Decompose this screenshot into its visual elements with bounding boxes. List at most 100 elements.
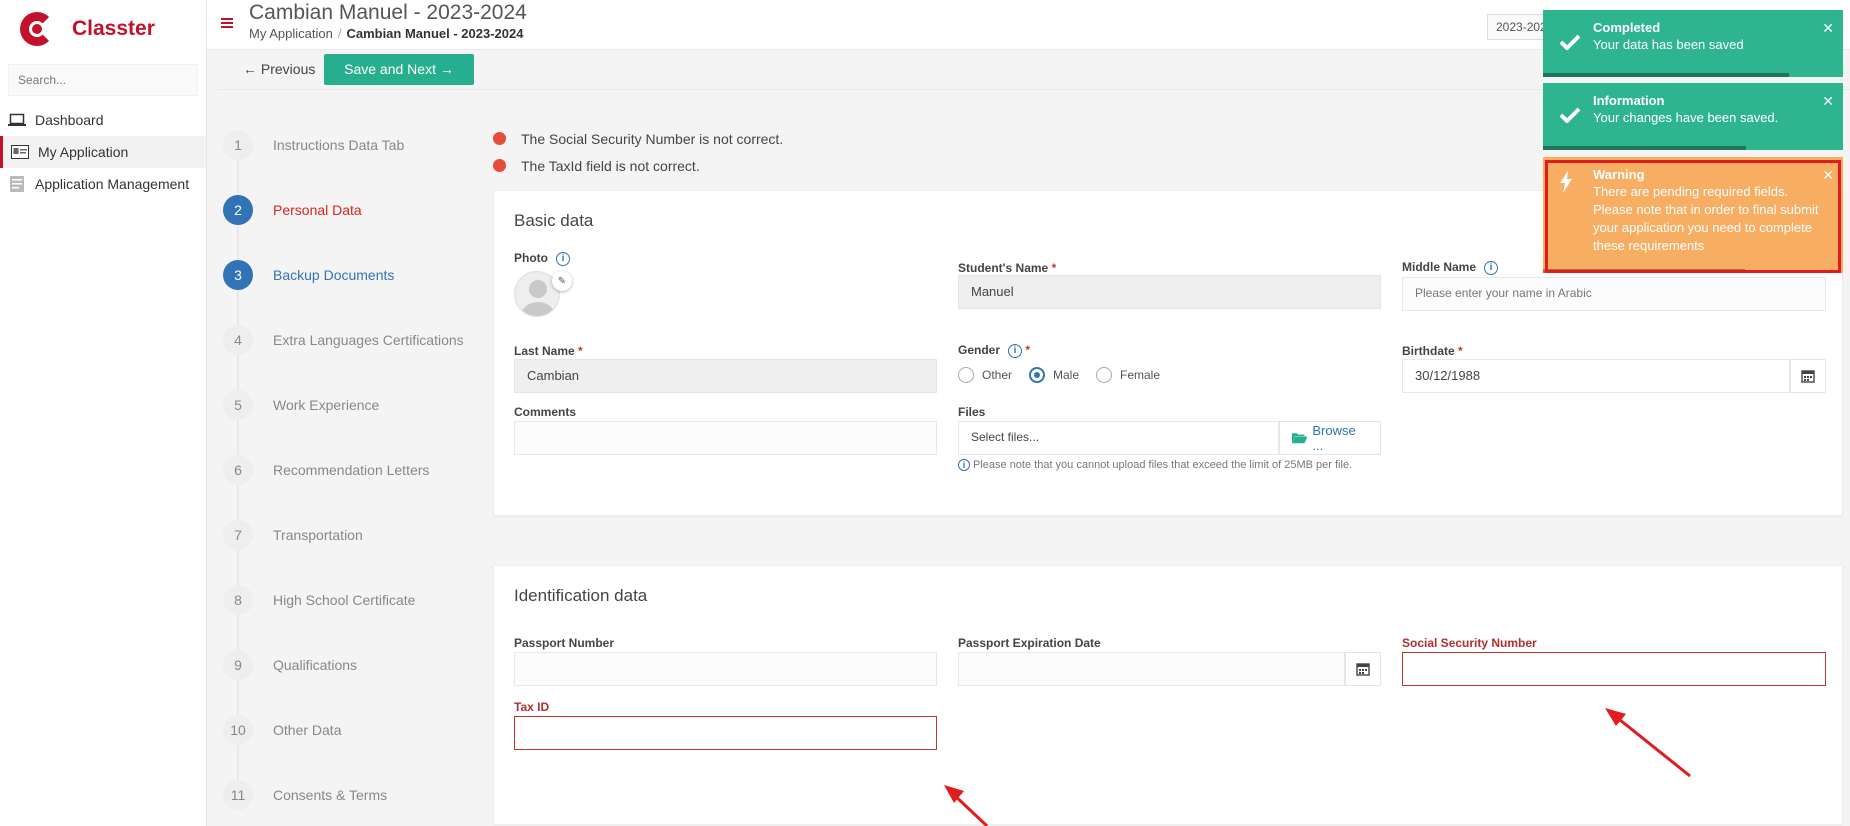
passport-number-label: Passport Number bbox=[514, 636, 615, 650]
browse-button[interactable]: Browse ... bbox=[1279, 421, 1381, 455]
step-number: 3 bbox=[223, 260, 253, 290]
gender-radio-male[interactable]: Male bbox=[1029, 367, 1079, 383]
birthdate-label: Birthdate * bbox=[1402, 344, 1463, 358]
step-number: 1 bbox=[223, 130, 253, 160]
step-number: 5 bbox=[223, 390, 253, 420]
step-backup-documents[interactable]: 3 Backup Documents bbox=[223, 260, 473, 325]
sidebar-item-label: Dashboard bbox=[35, 112, 104, 128]
info-icon[interactable]: i bbox=[1484, 260, 1499, 275]
step-label: Personal Data bbox=[273, 202, 362, 218]
passport-expiration-field[interactable] bbox=[958, 652, 1345, 686]
step-instructions[interactable]: 1 Instructions Data Tab bbox=[223, 130, 473, 195]
error-dot-icon bbox=[493, 132, 506, 145]
error-dot-icon bbox=[493, 159, 506, 172]
files-input[interactable]: Select files... bbox=[958, 421, 1279, 455]
step-work-experience[interactable]: 5 Work Experience bbox=[223, 390, 473, 455]
sidebar-item-label: My Application bbox=[38, 144, 129, 160]
folder-open-icon bbox=[1292, 433, 1308, 444]
step-number: 2 bbox=[223, 195, 253, 225]
save-and-next-button[interactable]: Save and Next → bbox=[324, 54, 474, 85]
passport-expiration-label: Passport Expiration Date bbox=[958, 636, 1101, 650]
info-icon: i bbox=[958, 459, 970, 472]
step-label: Recommendation Letters bbox=[273, 462, 430, 478]
step-extra-languages[interactable]: 4 Extra Languages Certifications bbox=[223, 325, 473, 390]
step-high-school[interactable]: 8 High School Certificate bbox=[223, 585, 473, 650]
wizard-steps: 1 Instructions Data Tab 2 Personal Data 3 B… bbox=[223, 130, 473, 826]
breadcrumb-current: Cambian Manuel - 2023-2024 bbox=[346, 26, 524, 41]
step-recommendation-letters[interactable]: 6 Recommendation Letters bbox=[223, 455, 473, 520]
gender-label: Gender i * bbox=[958, 343, 1031, 358]
comments-label: Comments bbox=[514, 405, 577, 419]
step-label: Other Data bbox=[273, 722, 342, 738]
close-icon[interactable]: ✕ bbox=[1822, 93, 1834, 110]
calendar-icon[interactable] bbox=[1345, 652, 1381, 686]
step-personal-data[interactable]: 2 Personal Data bbox=[223, 195, 473, 260]
step-label: Instructions Data Tab bbox=[273, 137, 405, 153]
page-title: Cambian Manuel - 2023-2024 bbox=[249, 1, 527, 24]
ssn-label: Social Security Number bbox=[1402, 636, 1537, 650]
check-icon bbox=[1559, 34, 1581, 53]
gender-radio-female[interactable]: Female bbox=[1096, 367, 1160, 383]
photo-label: Photo i bbox=[514, 251, 570, 266]
step-qualifications[interactable]: 9 Qualifications bbox=[223, 650, 473, 715]
breadcrumb: My Application / Cambian Manuel - 2023-202… bbox=[249, 26, 524, 41]
step-label: Work Experience bbox=[273, 397, 380, 413]
step-consents[interactable]: 11 Consents & Terms bbox=[223, 780, 473, 826]
passport-number-field[interactable] bbox=[514, 652, 937, 686]
step-label: Consents & Terms bbox=[273, 787, 388, 803]
card-title: Basic data bbox=[514, 211, 594, 230]
middle-name-field[interactable]: Please enter your name in Arabic bbox=[1402, 277, 1826, 311]
step-number: 9 bbox=[223, 650, 253, 680]
logo[interactable]: Classter bbox=[0, 0, 206, 58]
close-icon[interactable]: ✕ bbox=[1822, 20, 1834, 37]
toast-warning: Warning There are pending required field… bbox=[1543, 157, 1843, 273]
last-name-field[interactable]: Cambian bbox=[514, 359, 937, 393]
info-icon[interactable]: i bbox=[1008, 343, 1023, 358]
error-message: The TaxId field is not correct. bbox=[493, 152, 783, 179]
laptop-icon bbox=[7, 112, 27, 128]
identification-data-card: Identification data Passport Number Pass… bbox=[493, 565, 1843, 825]
search-input[interactable]: Search... bbox=[8, 64, 198, 96]
step-transportation[interactable]: 7 Transportation bbox=[223, 520, 473, 585]
step-number: 11 bbox=[223, 780, 253, 810]
breadcrumb-link[interactable]: My Application bbox=[249, 26, 333, 41]
menu-toggle-icon[interactable] bbox=[221, 18, 233, 28]
classter-logo-icon bbox=[18, 10, 56, 48]
form-icon bbox=[7, 176, 27, 192]
sidebar-item-my-application[interactable]: My Application bbox=[0, 136, 206, 168]
student-name-field[interactable]: Manuel bbox=[958, 275, 1381, 309]
sidebar-item-application-management[interactable]: Application Management bbox=[0, 168, 206, 200]
sidebar: Classter Search... Dashboard My Applicat… bbox=[0, 0, 207, 826]
step-number: 10 bbox=[223, 715, 253, 745]
comments-field[interactable] bbox=[514, 421, 937, 455]
check-icon bbox=[1559, 107, 1581, 126]
sidebar-item-label: Application Management bbox=[35, 176, 190, 192]
step-label: Extra Languages Certifications bbox=[273, 332, 464, 348]
step-number: 6 bbox=[223, 455, 253, 485]
middle-name-label: Middle Name i bbox=[1402, 260, 1499, 275]
calendar-icon[interactable] bbox=[1790, 359, 1826, 393]
edit-photo-icon[interactable]: ✎ bbox=[552, 271, 572, 291]
step-label: Qualifications bbox=[273, 657, 358, 673]
birthdate-field[interactable]: 30/12/1988 bbox=[1402, 359, 1790, 393]
step-other-data[interactable]: 10 Other Data bbox=[223, 715, 473, 780]
close-icon[interactable]: ✕ bbox=[1822, 167, 1834, 184]
ssn-field[interactable] bbox=[1402, 652, 1826, 686]
step-number: 4 bbox=[223, 325, 253, 355]
app-name: Classter bbox=[72, 17, 155, 40]
id-card-icon bbox=[10, 144, 30, 160]
last-name-label: Last Name * bbox=[514, 344, 583, 358]
files-label: Files bbox=[958, 405, 986, 419]
gender-radio-other[interactable]: Other bbox=[958, 367, 1012, 383]
tax-id-field[interactable] bbox=[514, 716, 937, 750]
error-message: The Social Security Number is not correc… bbox=[493, 125, 783, 152]
previous-button[interactable]: ← Previous bbox=[243, 55, 315, 84]
sidebar-item-dashboard[interactable]: Dashboard bbox=[0, 104, 206, 136]
info-icon[interactable]: i bbox=[556, 251, 570, 266]
validation-errors: The Social Security Number is not correc… bbox=[493, 125, 783, 179]
files-hint: i Please note that you cannot upload file… bbox=[958, 459, 1352, 472]
tax-id-label: Tax ID bbox=[514, 700, 550, 714]
step-number: 8 bbox=[223, 585, 253, 615]
step-label: Backup Documents bbox=[273, 267, 395, 283]
lightning-icon bbox=[1559, 171, 1573, 196]
